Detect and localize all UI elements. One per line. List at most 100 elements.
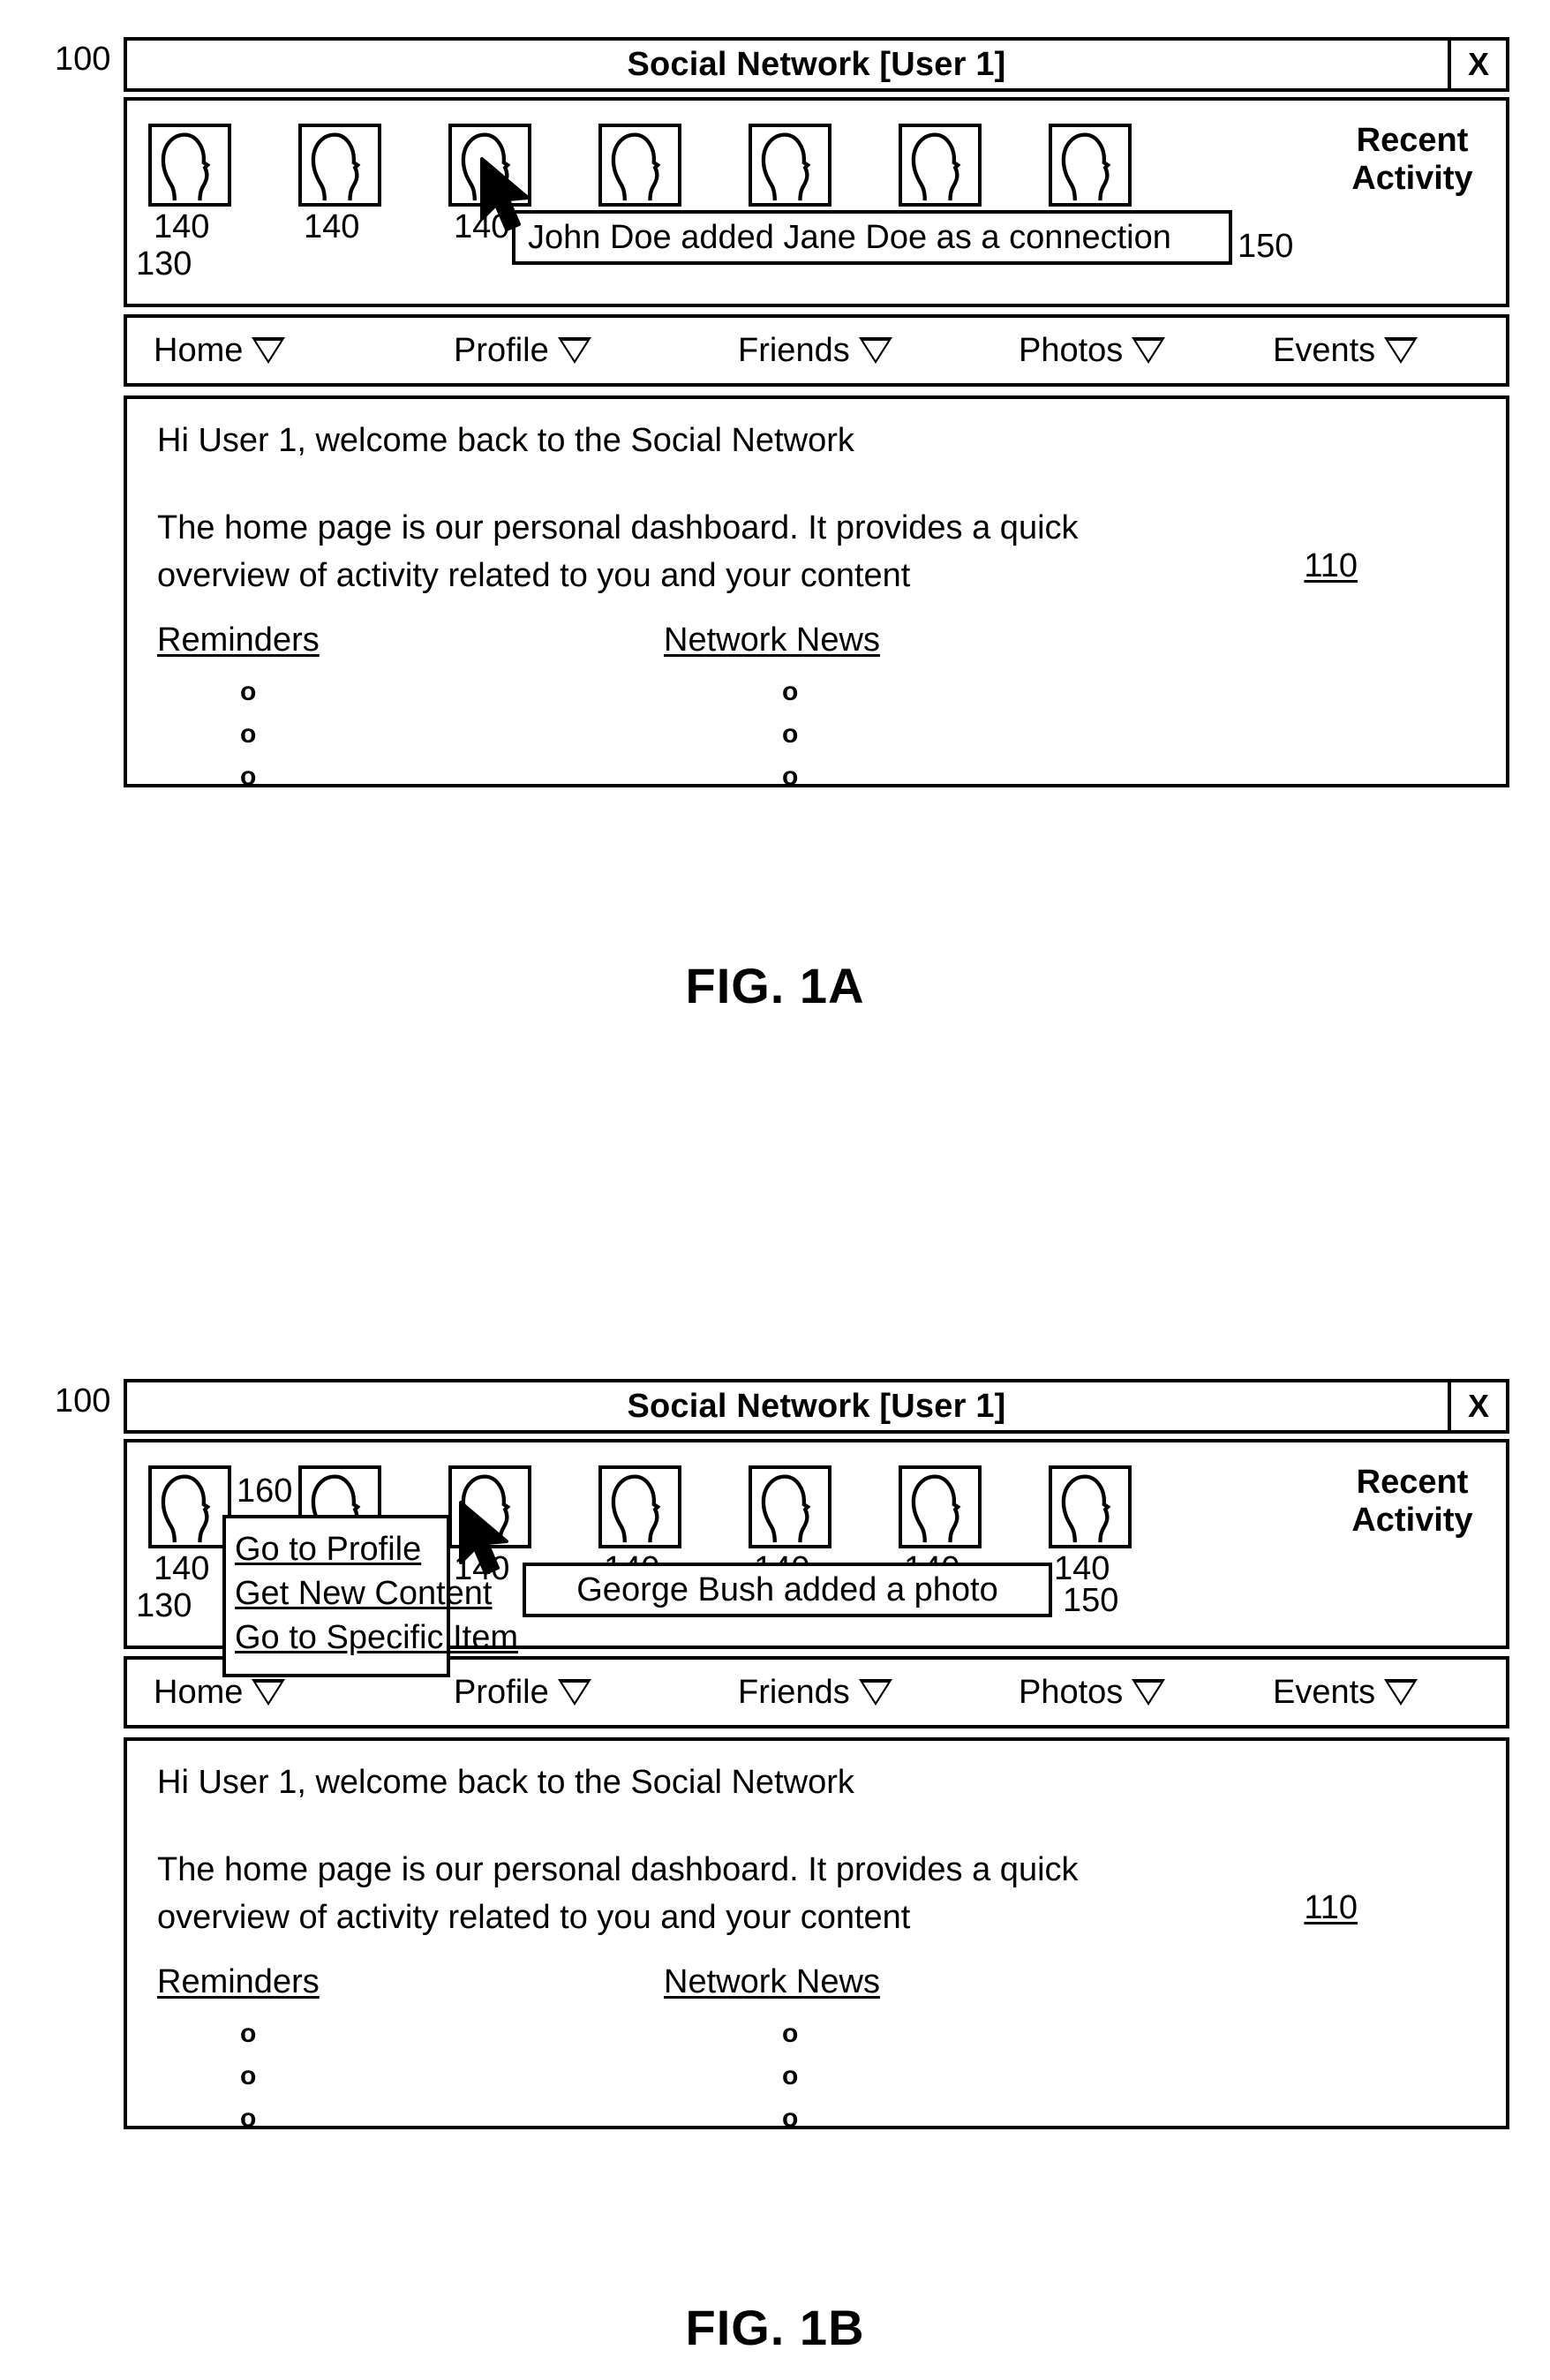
list-item: o: [240, 719, 257, 749]
ref-150: 150: [1238, 228, 1294, 265]
person-icon[interactable]: [1049, 124, 1132, 207]
chevron-down-icon[interactable]: [252, 337, 286, 364]
recent-activity-line-2: Activity: [1351, 159, 1473, 197]
avatar-item[interactable]: 140: [148, 1465, 231, 1585]
avatar-item[interactable]: 140: [448, 1465, 531, 1585]
network-news-bullet-list: o o o: [782, 671, 798, 798]
person-icon[interactable]: [148, 124, 231, 207]
person-icon[interactable]: [899, 1465, 982, 1548]
nav-item-friends[interactable]: Friends: [738, 332, 892, 370]
context-menu[interactable]: Go to Profile Get New Content Go to Spec…: [222, 1515, 518, 1678]
list-item: o: [240, 2104, 257, 2133]
ref-160: 160: [237, 1472, 293, 1510]
ref-150: 150: [1063, 1582, 1119, 1619]
nav-item-photos[interactable]: Photos: [1019, 331, 1166, 370]
nav-label: Profile: [454, 331, 549, 369]
title-bar: Social Network [User 1] X: [124, 37, 1509, 92]
chevron-down-icon[interactable]: [858, 1679, 892, 1706]
person-icon[interactable]: [148, 1465, 231, 1548]
nav-item-home[interactable]: Home: [154, 1673, 286, 1712]
avatar-item[interactable]: 140: [298, 124, 381, 244]
close-button[interactable]: X: [1448, 41, 1506, 88]
recent-activity-strip: 140 140 140: [124, 1439, 1509, 1678]
person-icon[interactable]: [749, 1465, 831, 1548]
person-icon[interactable]: [749, 124, 831, 207]
recent-activity-line-1: Recent: [1356, 1464, 1469, 1501]
nav-label: Friends: [738, 331, 850, 369]
greeting-text: Hi User 1, welcome back to the Social Ne…: [157, 422, 854, 459]
ref-110: 110: [1304, 1889, 1358, 1926]
ref-130: 130: [136, 245, 192, 282]
network-news-heading[interactable]: Network News: [664, 1963, 880, 2001]
close-button[interactable]: X: [1448, 1382, 1506, 1430]
nav-item-photos[interactable]: Photos: [1019, 1674, 1166, 1712]
person-icon[interactable]: [598, 124, 681, 207]
nav-item-profile[interactable]: Profile: [454, 332, 591, 370]
chevron-down-icon[interactable]: [252, 1679, 286, 1706]
application-window-fig-1b: Social Network [User 1] X 140 140 140 Re…: [124, 1379, 1509, 2133]
person-icon[interactable]: [448, 124, 531, 207]
list-item: o: [240, 2019, 257, 2048]
network-news-heading[interactable]: Network News: [664, 621, 880, 659]
ref-100-fig-1a: 100: [55, 41, 111, 78]
chevron-down-icon[interactable]: [557, 337, 591, 364]
avatar-item[interactable]: 140: [1049, 1465, 1132, 1585]
nav-item-friends[interactable]: Friends: [738, 1674, 892, 1712]
nav-label: Home: [154, 1673, 244, 1711]
list-item: o: [782, 2061, 799, 2090]
recent-activity-label: Recent Activity: [1333, 1464, 1492, 1539]
dashboard-content-panel: Hi User 1, welcome back to the Social Ne…: [124, 1737, 1509, 2133]
dashboard-description: The home page is our personal dashboard.…: [157, 1851, 1079, 1936]
ref-130: 130: [136, 1587, 192, 1624]
person-icon[interactable]: [598, 1465, 681, 1548]
window-title: Social Network [User 1]: [627, 45, 1006, 83]
main-navigation-bar: Home Profile Friends Photos Events: [124, 314, 1509, 387]
dashboard-description: The home page is our personal dashboard.…: [157, 509, 1079, 594]
ref-110: 110: [1304, 547, 1358, 584]
application-window-fig-1a: Social Network [User 1] X 140 140 140 Re…: [124, 37, 1509, 791]
person-icon[interactable]: [1049, 1465, 1132, 1548]
recent-activity-line-1: Recent: [1356, 122, 1469, 159]
list-item: o: [782, 762, 799, 791]
chevron-down-icon[interactable]: [557, 1679, 591, 1706]
chevron-down-icon[interactable]: [1132, 1679, 1166, 1706]
chevron-down-icon[interactable]: [1384, 337, 1418, 364]
reminders-bullet-list: o o o: [240, 2013, 256, 2140]
network-news-bullet-list: o o o: [782, 2013, 798, 2140]
context-menu-item-get-new-content[interactable]: Get New Content: [226, 1571, 492, 1616]
nav-item-events[interactable]: Events: [1273, 332, 1418, 370]
list-item: o: [240, 2061, 257, 2090]
avatar-item[interactable]: 140: [148, 124, 231, 244]
person-icon[interactable]: [448, 1465, 531, 1548]
ref-140: 140: [1054, 1550, 1110, 1587]
context-menu-item-go-to-specific-item[interactable]: Go to Specific Item: [226, 1616, 518, 1660]
nav-item-profile[interactable]: Profile: [454, 1674, 591, 1712]
greeting-text: Hi User 1, welcome back to the Social Ne…: [157, 1764, 854, 1801]
activity-tooltip: John Doe added Jane Doe as a connection: [512, 210, 1232, 265]
nav-label: Photos: [1019, 331, 1124, 369]
reminders-bullet-list: o o o: [240, 671, 256, 798]
nav-label: Friends: [738, 1673, 850, 1711]
chevron-down-icon[interactable]: [1132, 337, 1166, 364]
ref-100-fig-1b: 100: [55, 1382, 111, 1420]
person-icon[interactable]: [298, 124, 381, 207]
figure-caption-1a: FIG. 1A: [685, 958, 865, 1013]
ref-140: 140: [154, 1550, 210, 1587]
chevron-down-icon[interactable]: [858, 337, 892, 364]
title-bar: Social Network [User 1] X: [124, 1379, 1509, 1434]
list-item: o: [782, 2104, 799, 2133]
chevron-down-icon[interactable]: [1384, 1679, 1418, 1706]
context-menu-item-go-to-profile[interactable]: Go to Profile: [226, 1527, 447, 1571]
nav-item-events[interactable]: Events: [1273, 1674, 1418, 1712]
ref-140: 140: [154, 208, 210, 245]
list-item: o: [782, 719, 799, 749]
nav-label: Profile: [454, 1673, 549, 1711]
reminders-heading[interactable]: Reminders: [157, 1963, 320, 2001]
dashboard-content-panel: Hi User 1, welcome back to the Social Ne…: [124, 395, 1509, 791]
ref-140: 140: [304, 208, 360, 245]
nav-label: Events: [1273, 331, 1376, 369]
reminders-heading[interactable]: Reminders: [157, 621, 320, 659]
list-item: o: [240, 677, 257, 706]
nav-item-home[interactable]: Home: [154, 332, 286, 370]
person-icon[interactable]: [899, 124, 982, 207]
